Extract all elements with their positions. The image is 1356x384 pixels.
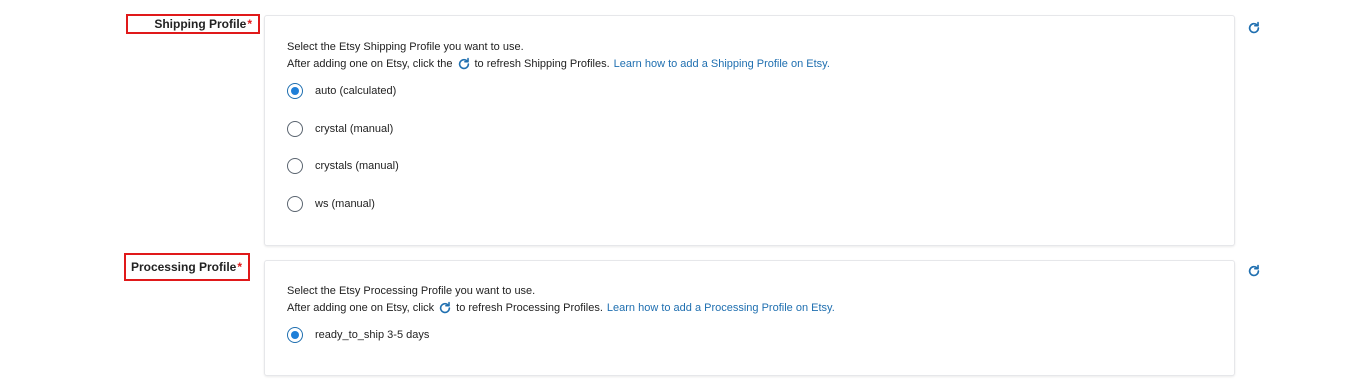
shipping-option-label: crystal (manual)	[315, 123, 394, 135]
processing-profile-label-text: Processing Profile	[130, 260, 237, 274]
processing-option-ready-to-ship[interactable]: ready_to_ship 3-5 days	[287, 327, 429, 343]
shipping-option-label: auto (calculated)	[315, 85, 397, 97]
shipping-option-ws[interactable]: ws (manual)	[287, 196, 375, 212]
shipping-help-link[interactable]: Learn how to add a Shipping Profile on E…	[614, 58, 830, 70]
shipping-option-crystal[interactable]: crystal (manual)	[287, 121, 393, 137]
radio-button[interactable]	[287, 121, 303, 137]
radio-button-selected[interactable]	[287, 327, 303, 343]
processing-desc-line2-before: After adding one on Etsy, click	[287, 302, 435, 314]
required-asterisk: *	[247, 17, 252, 31]
shipping-desc-line1: Select the Etsy Shipping Profile you wan…	[287, 41, 524, 53]
shipping-profile-label-text: Shipping Profile	[154, 17, 247, 31]
processing-desc-line2-after: to refresh Processing Profiles.	[456, 302, 603, 314]
refresh-icon	[440, 301, 451, 314]
shipping-option-label: ws (manual)	[315, 198, 375, 210]
refresh-icon	[458, 57, 469, 70]
radio-button[interactable]	[287, 158, 303, 174]
shipping-option-label: crystals (manual)	[315, 160, 399, 172]
shipping-profile-card: Select the Etsy Shipping Profile you wan…	[264, 15, 1235, 246]
processing-desc-line2: After adding one on Etsy, click to refre…	[287, 301, 835, 315]
processing-desc-line1: Select the Etsy Processing Profile you w…	[287, 285, 536, 297]
processing-help-link[interactable]: Learn how to add a Processing Profile on…	[607, 302, 835, 314]
shipping-desc-line2-before: After adding one on Etsy, click the	[287, 58, 453, 70]
processing-profile-label: Processing Profile *	[124, 253, 250, 281]
radio-button[interactable]	[287, 196, 303, 212]
required-asterisk: *	[237, 260, 242, 274]
processing-option-label: ready_to_ship 3-5 days	[315, 329, 430, 341]
shipping-option-crystals[interactable]: crystals (manual)	[287, 158, 399, 174]
radio-button-selected[interactable]	[287, 83, 303, 99]
refresh-processing-icon[interactable]	[1247, 264, 1261, 278]
processing-profile-card: Select the Etsy Processing Profile you w…	[264, 260, 1235, 376]
shipping-desc-line2: After adding one on Etsy, click the to r…	[287, 57, 830, 71]
refresh-shipping-icon[interactable]	[1247, 21, 1261, 35]
shipping-option-auto[interactable]: auto (calculated)	[287, 83, 396, 99]
shipping-profile-label: Shipping Profile *	[126, 14, 260, 34]
shipping-desc-line2-after: to refresh Shipping Profiles.	[474, 58, 610, 70]
